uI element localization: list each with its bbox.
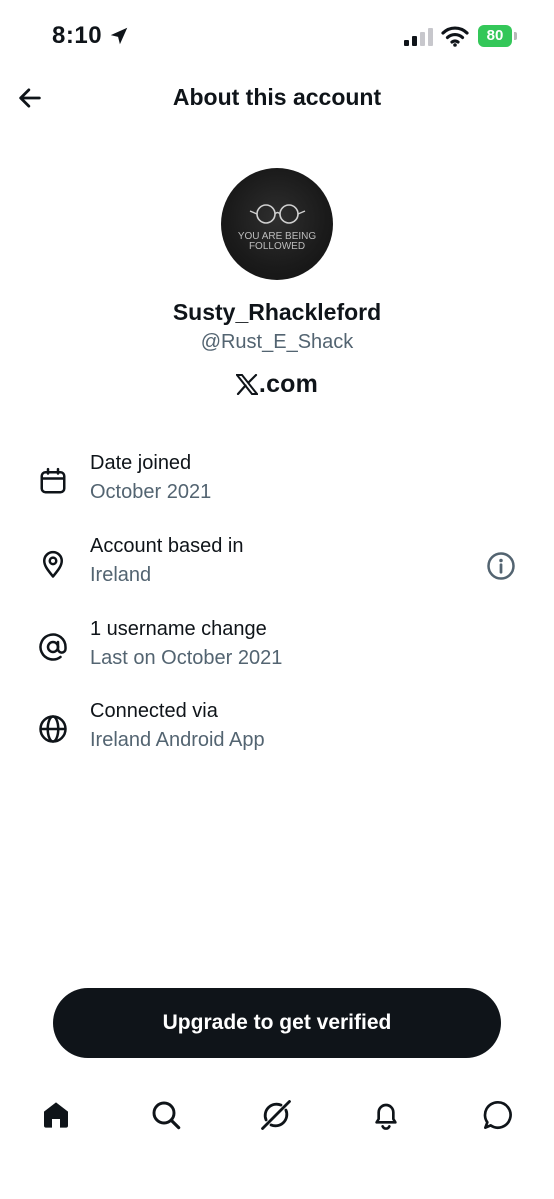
battery-tip [514, 32, 517, 40]
avatar-text-line2: FOLLOWED [249, 241, 305, 252]
bell-icon [375, 1103, 397, 1130]
battery-icon: 80 [478, 25, 517, 47]
wifi-icon [441, 26, 469, 47]
info-value: Ireland [90, 564, 152, 586]
nav-grok[interactable] [251, 1090, 301, 1140]
info-label: Date joined [90, 452, 192, 474]
platform-logo-text: .com [258, 370, 319, 398]
search-icon [152, 1101, 181, 1130]
info-value: October 2021 [90, 481, 212, 503]
bottom-nav [0, 1080, 554, 1150]
grok-icon [261, 1100, 291, 1130]
handle: @Rust_E_Shack [200, 331, 354, 353]
avatar[interactable]: YOU ARE BEING FOLLOWED [221, 168, 333, 280]
header: About this account [0, 72, 554, 126]
x-logo-icon [235, 374, 258, 395]
nav-messages[interactable] [473, 1090, 523, 1140]
status-bar: 8:10 80 [0, 0, 554, 70]
nav-home[interactable] [31, 1090, 81, 1140]
info-row-connected-via: Connected via Ireland Android App [0, 700, 554, 766]
info-label: Account based in [90, 535, 244, 557]
location-arrow-icon [110, 27, 128, 45]
globe-icon [36, 712, 70, 746]
info-row-date-joined: Date joined October 2021 [0, 452, 554, 518]
info-value: Last on October 2021 [90, 647, 283, 669]
info-label: Connected via [90, 700, 218, 722]
upgrade-button[interactable]: Upgrade to get verified [53, 988, 501, 1058]
nav-search[interactable] [141, 1090, 191, 1140]
info-label: 1 username change [90, 618, 267, 640]
about-account-screen: 8:10 80 About this account YOU ARE BEING… [0, 0, 554, 1199]
display-name: Susty_Rhackleford [172, 299, 382, 325]
location-pin-icon [36, 547, 70, 581]
page-title: About this account [172, 84, 382, 110]
home-icon [44, 1102, 68, 1128]
status-time: 8:10 [52, 22, 103, 49]
info-circle-icon[interactable] [484, 549, 518, 583]
platform-logo: .com [0, 370, 554, 399]
info-row-username-change: 1 username change Last on October 2021 [0, 618, 554, 684]
messages-icon [483, 1100, 512, 1129]
info-value: Ireland Android App [90, 729, 265, 751]
calendar-icon [36, 464, 70, 498]
at-sign-icon [36, 630, 70, 664]
avatar-image: YOU ARE BEING FOLLOWED [238, 204, 316, 252]
signal-icon [404, 28, 433, 46]
battery-percent: 80 [486, 27, 504, 44]
nav-notifications[interactable] [361, 1090, 411, 1140]
info-row-account-based-in: Account based in Ireland [0, 535, 554, 601]
